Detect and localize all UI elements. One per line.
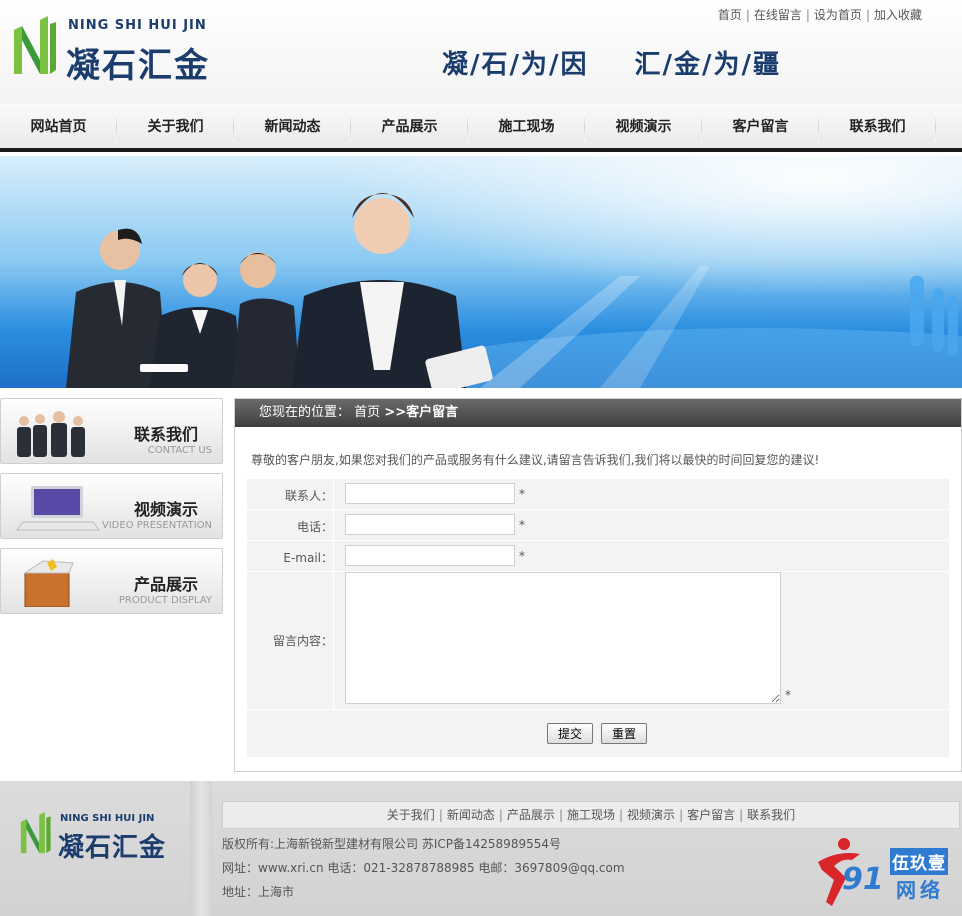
footer-link-news[interactable]: 新闻动态 (447, 808, 495, 822)
sidebar-item-contact[interactable]: 联系我们 CONTACT US (0, 398, 223, 464)
nav-item-products[interactable]: 产品展示 (351, 104, 468, 148)
sidebar-item-subtitle: PRODUCT DISPLAY (118, 595, 212, 606)
sidebar-item-title: 视频演示 (133, 500, 198, 519)
footer-logo-english: NING SHI HUI JIN (60, 813, 155, 824)
form-row-phone: 电话： * (247, 510, 949, 541)
form-row-contact: 联系人： * (247, 479, 949, 510)
footer-link-messages[interactable]: 客户留言 (687, 808, 735, 822)
form-row-email: E-mail： * (247, 541, 949, 572)
required-mark: * (785, 688, 791, 702)
nav-item-about[interactable]: 关于我们 (117, 104, 234, 148)
message-panel: 您现在的位置： 首页 >>客户留言 尊敬的客户朋友,如果您对我们的产品或服务有什… (234, 398, 962, 772)
message-label: 留言内容： (272, 634, 333, 648)
badge-number: 91 (842, 862, 884, 897)
breadcrumb-home-link[interactable]: 首页 (354, 405, 380, 420)
sidebar-item-products[interactable]: 产品展示 PRODUCT DISPLAY (0, 548, 223, 614)
nav-item-video[interactable]: 视频演示 (585, 104, 702, 148)
footer-logo-chinese: 凝石汇金 (58, 833, 167, 863)
top-link-home[interactable]: 首页 (718, 8, 742, 22)
phone-label: 电话： (296, 520, 333, 534)
footer-link-video[interactable]: 视频演示 (627, 808, 675, 822)
message-textarea[interactable] (345, 572, 781, 704)
nav-item-construction[interactable]: 施工现场 (468, 104, 585, 148)
slogan-left: 凝/石/为/因 (442, 50, 589, 80)
nav-item-contact[interactable]: 联系我们 (819, 104, 936, 148)
nav-item-home[interactable]: 网站首页 (0, 104, 117, 148)
business-team-icon (17, 411, 85, 457)
top-link-set-homepage[interactable]: 设为首页 (814, 8, 862, 22)
footer-links: 关于我们 | 新闻动态 | 产品展示 | 施工现场 | 视频演示 | 客户留言 | 联系我们 (222, 801, 960, 829)
main-nav: 网站首页 关于我们 新闻动态 产品展示 施工现场 视频演示 客户留言 联系我们 (0, 104, 962, 152)
breadcrumb-current: >>客户留言 (384, 405, 459, 420)
footer-logo[interactable]: NING SHI HUI JIN 凝石汇金 (18, 811, 188, 871)
required-mark: * (519, 518, 525, 532)
contact-label: 联系人： (284, 489, 333, 503)
sidebar-item-subtitle: VIDEO PRESENTATION (101, 520, 212, 531)
phone-field[interactable] (345, 514, 515, 535)
intro-text: 尊敬的客户朋友,如果您对我们的产品或服务有什么建议,请留言告诉我们,我们将以最快… (251, 453, 820, 467)
laptop-icon (16, 486, 100, 531)
email-field[interactable] (345, 545, 515, 566)
sidebar-item-title: 联系我们 (133, 425, 198, 444)
logo-mark-icon (14, 16, 56, 74)
breadcrumb-prefix: 您现在的位置： (259, 405, 351, 420)
sidebar-item-subtitle: CONTACT US (147, 445, 212, 456)
header-slogan: 凝/石/为/因 汇/金/为/疆 (442, 44, 781, 81)
designer-badge[interactable]: 91 伍玖壹 网络 (812, 836, 957, 910)
footer-copyright: 版权所有:上海新锐新型建材有限公司 苏ICP备14258989554号 (222, 837, 561, 851)
sidebar-item-video[interactable]: 视频演示 VIDEO PRESENTATION (0, 473, 223, 539)
contact-field[interactable] (345, 483, 515, 504)
site-header: NING SHI HUI JIN 凝石汇金 首页 | 在线留言 | 设为首页 | 加入收藏 … (0, 0, 962, 104)
hero-banner (0, 156, 962, 388)
email-label: E-mail： (283, 551, 333, 565)
top-link-online-message[interactable]: 在线留言 (754, 8, 802, 22)
product-box-icon (23, 559, 74, 607)
required-mark: * (519, 549, 525, 563)
footer-link-products[interactable]: 产品展示 (507, 808, 555, 822)
top-link-add-favorite[interactable]: 加入收藏 (874, 8, 922, 22)
footer-link-contact[interactable]: 联系我们 (747, 808, 795, 822)
form-row-message: 留言内容： * (247, 572, 949, 709)
footer-logo-mark-icon (20, 812, 51, 854)
slogan-right: 汇/金/为/疆 (634, 50, 781, 80)
logo-english-text: NING SHI HUI JIN (68, 18, 207, 33)
submit-button[interactable]: 提交 (547, 723, 594, 744)
required-mark: * (519, 487, 525, 501)
footer-divider (190, 781, 212, 916)
message-form: 联系人： * 电话： * E-mail： * 留言内容： * 提交 重置 (247, 479, 949, 757)
logo-chinese-text: 凝石汇金 (66, 46, 210, 86)
sidebar-item-title: 产品展示 (133, 575, 198, 594)
nav-item-news[interactable]: 新闻动态 (234, 104, 351, 148)
banner-business-people-image (0, 156, 962, 388)
site-logo[interactable]: NING SHI HUI JIN 凝石汇金 (10, 14, 230, 86)
footer-link-about[interactable]: 关于我们 (387, 808, 435, 822)
reset-button[interactable]: 重置 (601, 723, 648, 744)
top-utility-links: 首页 | 在线留言 | 设为首页 | 加入收藏 (717, 8, 922, 22)
footer-address: 地址：上海市 (222, 885, 295, 899)
footer-link-construction[interactable]: 施工现场 (567, 808, 615, 822)
footer-contact-info: 网址：www.xri.cn 电话：021-32878788985 电邮：3697… (222, 861, 625, 875)
badge-network: 网络 (896, 878, 944, 902)
badge-chinese: 伍玖壹 (890, 848, 948, 875)
nav-item-messages[interactable]: 客户留言 (702, 104, 819, 148)
sidebar: 联系我们 CONTACT US 视频演示 VIDEO PRESENTATION … (0, 398, 223, 623)
breadcrumb: 您现在的位置： 首页 >>客户留言 (235, 399, 961, 427)
